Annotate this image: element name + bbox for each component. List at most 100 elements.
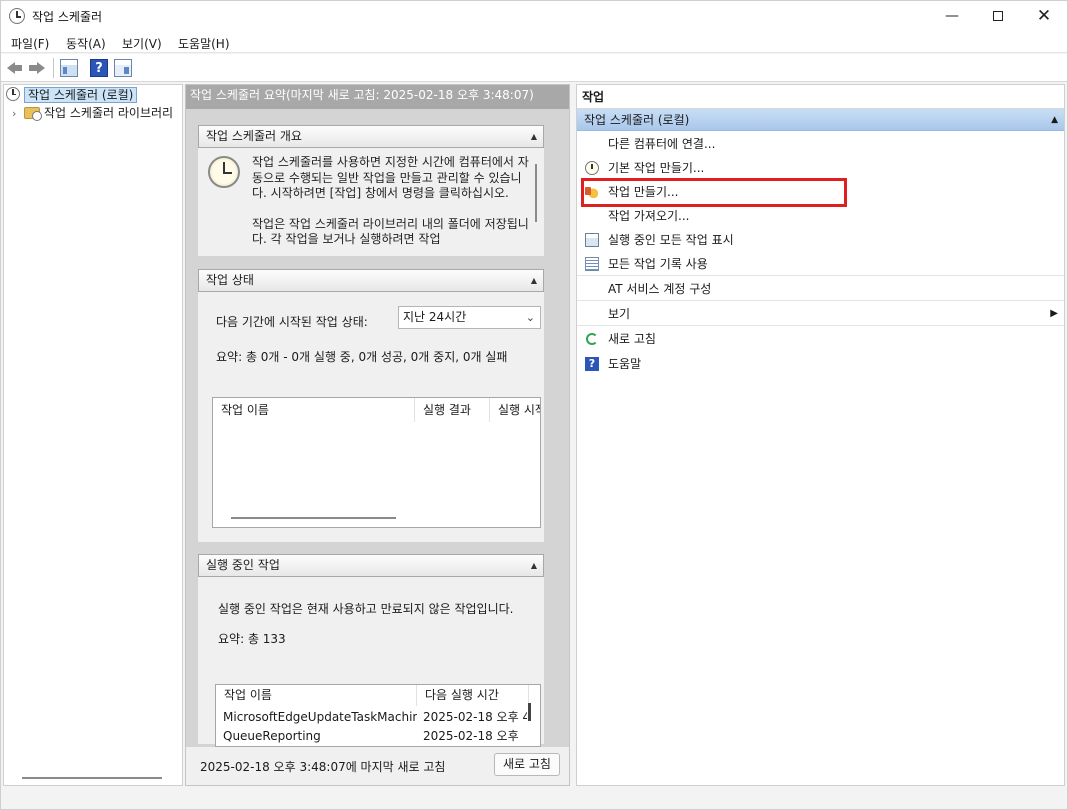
running-tasks-body: 실행 중인 작업은 현재 사용하고 만료되지 않은 작업입니다. 요약: 총 1… <box>198 577 544 747</box>
running-summary: 요약: 총 133 <box>218 632 286 646</box>
collapse-caret-icon[interactable]: ▲ <box>531 270 537 291</box>
minimize-button[interactable]: — <box>929 1 975 31</box>
period-label: 다음 기간에 시작된 작업 상태: <box>216 315 368 329</box>
action-label: 모든 작업 기록 사용 <box>608 257 708 271</box>
grid-horizontal-scrollbar[interactable] <box>231 517 396 519</box>
task-status-section-header[interactable]: 작업 상태 ▲ <box>198 269 544 292</box>
action-import-task[interactable]: 작업 가져오기... <box>577 204 1064 228</box>
action-label: 보기 <box>608 307 631 321</box>
summary-pane: 작업 스케줄러 요약(마지막 새로 고침: 2025-02-18 오후 3:48… <box>185 84 570 786</box>
library-folder-icon <box>24 107 42 121</box>
basic-task-clock-icon <box>585 161 599 175</box>
grid-vertical-scrollbar[interactable] <box>528 703 531 721</box>
clock-icon <box>6 87 20 101</box>
maximize-button[interactable] <box>975 1 1021 31</box>
overview-body: 작업 스케줄러를 사용하면 지정한 시간에 컴퓨터에서 자동으로 수행되는 일반… <box>198 148 544 256</box>
task-status-grid[interactable]: 작업 이름 실행 결과 실행 시작 <box>212 397 541 528</box>
menu-file[interactable]: 파일(F) <box>11 35 49 52</box>
forward-button[interactable] <box>28 59 46 77</box>
tree-item-label: 작업 스케줄러 (로컬) <box>24 87 138 103</box>
tree-item-label: 작업 스케줄러 라이브러리 <box>44 106 174 120</box>
create-task-icon <box>585 185 599 199</box>
action-create-task[interactable]: 작업 만들기... <box>577 180 1064 204</box>
period-selected-value: 지난 24시간 <box>403 310 467 324</box>
maximize-icon <box>993 11 1003 21</box>
action-view[interactable]: 보기 ▶ <box>577 302 1064 326</box>
task-status-section: 작업 상태 ▲ 다음 기간에 시작된 작업 상태: 지난 24시간 ⌄ 요약: … <box>198 269 544 542</box>
action-at-service-account[interactable]: AT 서비스 계정 구성 <box>577 277 1064 301</box>
action-label: 다른 컴퓨터에 연결... <box>608 137 716 151</box>
task-history-icon <box>585 257 599 271</box>
task-scheduler-clock-icon <box>208 156 240 188</box>
running-description: 실행 중인 작업은 현재 사용하고 만료되지 않은 작업입니다. <box>218 602 514 616</box>
tree-item-task-scheduler-library[interactable]: › 작업 스케줄러 라이브러리 <box>12 104 173 122</box>
tree-horizontal-scrollbar[interactable] <box>22 777 162 779</box>
overview-text: 작업 스케줄러를 사용하면 지정한 시간에 컴퓨터에서 자동으로 수행되는 일반… <box>252 155 532 256</box>
menu-action[interactable]: 동작(A) <box>66 35 106 52</box>
action-help[interactable]: ? 도움말 <box>577 352 1064 376</box>
action-label: 새로 고침 <box>608 332 656 346</box>
task-scheduler-clock-icon <box>9 8 25 24</box>
show-hide-action-pane-icon[interactable] <box>114 59 132 77</box>
overview-section: 작업 스케줄러 개요 ▲ 작업 스케줄러를 사용하면 지정한 시간에 컴퓨터에서… <box>198 125 544 256</box>
collapse-caret-icon[interactable]: ▲ <box>1051 109 1058 131</box>
menu-help[interactable]: 도움말(H) <box>178 35 230 52</box>
tree-item-task-scheduler-local[interactable]: 작업 스케줄러 (로컬) <box>6 86 138 104</box>
column-header-task-name[interactable]: 작업 이름 <box>213 398 415 422</box>
close-button[interactable]: ✕ <box>1021 1 1067 31</box>
running-tasks-grid[interactable]: 작업 이름 다음 실행 시간 MicrosoftEdgeUpdateTaskMa… <box>215 684 541 747</box>
task-scheduler-window: 작업 스케줄러 — ✕ 파일(F) 동작(A) 보기(V) 도움말(H) ? 작… <box>0 0 1068 810</box>
table-row-next-run: 2025-02-18 오후 4 <box>423 710 527 724</box>
menu-view[interactable]: 보기(V) <box>122 35 162 52</box>
action-enable-all-task-history[interactable]: 모든 작업 기록 사용 <box>577 252 1064 276</box>
help-icon[interactable]: ? <box>90 59 108 77</box>
action-label: AT 서비스 계정 구성 <box>608 282 712 296</box>
expand-chevron-icon[interactable]: › <box>12 105 24 123</box>
refresh-button[interactable]: 새로 고침 <box>494 753 560 776</box>
chevron-down-icon: ⌄ <box>525 311 535 324</box>
title-bar: 작업 스케줄러 — ✕ <box>1 1 1067 31</box>
actions-title: 작업 <box>577 85 1064 109</box>
console-tree: 작업 스케줄러 (로컬) › 작업 스케줄러 라이브러리 <box>3 84 183 786</box>
section-title: 작업 상태 <box>206 273 254 287</box>
overview-section-header[interactable]: 작업 스케줄러 개요 ▲ <box>198 125 544 148</box>
summary-footer: 2025-02-18 오후 3:48:07에 마지막 새로 고침 새로 고침 <box>186 747 569 785</box>
column-header-run-start[interactable]: 실행 시작 <box>490 398 540 422</box>
menu-bar: 파일(F) 동작(A) 보기(V) 도움말(H) <box>1 31 1067 53</box>
table-row-next-run: 2025-02-18 오후 <box>423 729 519 743</box>
action-label: 실행 중인 모든 작업 표시 <box>608 233 734 247</box>
help-icon: ? <box>585 357 599 371</box>
action-connect-another-computer[interactable]: 다른 컴퓨터에 연결... <box>577 132 1064 156</box>
section-title: 실행 중인 작업 <box>206 558 280 572</box>
forward-arrow-icon <box>29 62 45 74</box>
table-row-task-name[interactable]: MicrosoftEdgeUpdateTaskMachin... <box>223 708 417 727</box>
action-refresh[interactable]: 새로 고침 <box>577 327 1064 351</box>
toolbar-separator <box>53 58 54 78</box>
column-header-run-result[interactable]: 실행 결과 <box>415 398 490 422</box>
overview-vertical-scrollbar[interactable] <box>535 164 537 222</box>
action-label: 도움말 <box>608 357 642 371</box>
back-button[interactable] <box>6 59 24 77</box>
collapse-caret-icon[interactable]: ▲ <box>531 555 537 576</box>
overview-paragraph: 작업 스케줄러를 사용하면 지정한 시간에 컴퓨터에서 자동으로 수행되는 일반… <box>252 155 529 200</box>
submenu-arrow-icon: ▶ <box>1050 308 1058 319</box>
period-select[interactable]: 지난 24시간 ⌄ <box>398 306 541 329</box>
back-arrow-icon <box>7 62 22 74</box>
running-tasks-section-header[interactable]: 실행 중인 작업 ▲ <box>198 554 544 577</box>
actions-group-label: 작업 스케줄러 (로컬) <box>584 113 690 127</box>
action-display-all-running-tasks[interactable]: 실행 중인 모든 작업 표시 <box>577 228 1064 252</box>
toolbar: ? <box>1 54 1067 82</box>
section-title: 작업 스케줄러 개요 <box>206 129 302 143</box>
task-status-body: 다음 기간에 시작된 작업 상태: 지난 24시간 ⌄ 요약: 총 0개 - 0… <box>198 292 544 542</box>
column-header-task-name[interactable]: 작업 이름 <box>216 685 417 706</box>
last-refresh-text: 2025-02-18 오후 3:48:07에 마지막 새로 고침 <box>200 760 446 774</box>
table-row-task-name[interactable]: QueueReporting <box>223 727 417 746</box>
show-hide-console-tree-icon[interactable] <box>60 59 78 77</box>
actions-group-header[interactable]: 작업 스케줄러 (로컬) ▲ <box>577 109 1064 131</box>
column-header-next-run-time[interactable]: 다음 실행 시간 <box>417 685 529 706</box>
collapse-caret-icon[interactable]: ▲ <box>531 126 537 147</box>
overview-paragraph: 작업은 작업 스케줄러 라이브러리 내의 폴더에 저장됩니다. 각 작업을 보거… <box>252 216 529 247</box>
actions-pane: 작업 작업 스케줄러 (로컬) ▲ 다른 컴퓨터에 연결... 기본 작업 만들… <box>576 84 1065 786</box>
action-create-basic-task[interactable]: 기본 작업 만들기... <box>577 156 1064 180</box>
window-title: 작업 스케줄러 <box>32 10 103 24</box>
